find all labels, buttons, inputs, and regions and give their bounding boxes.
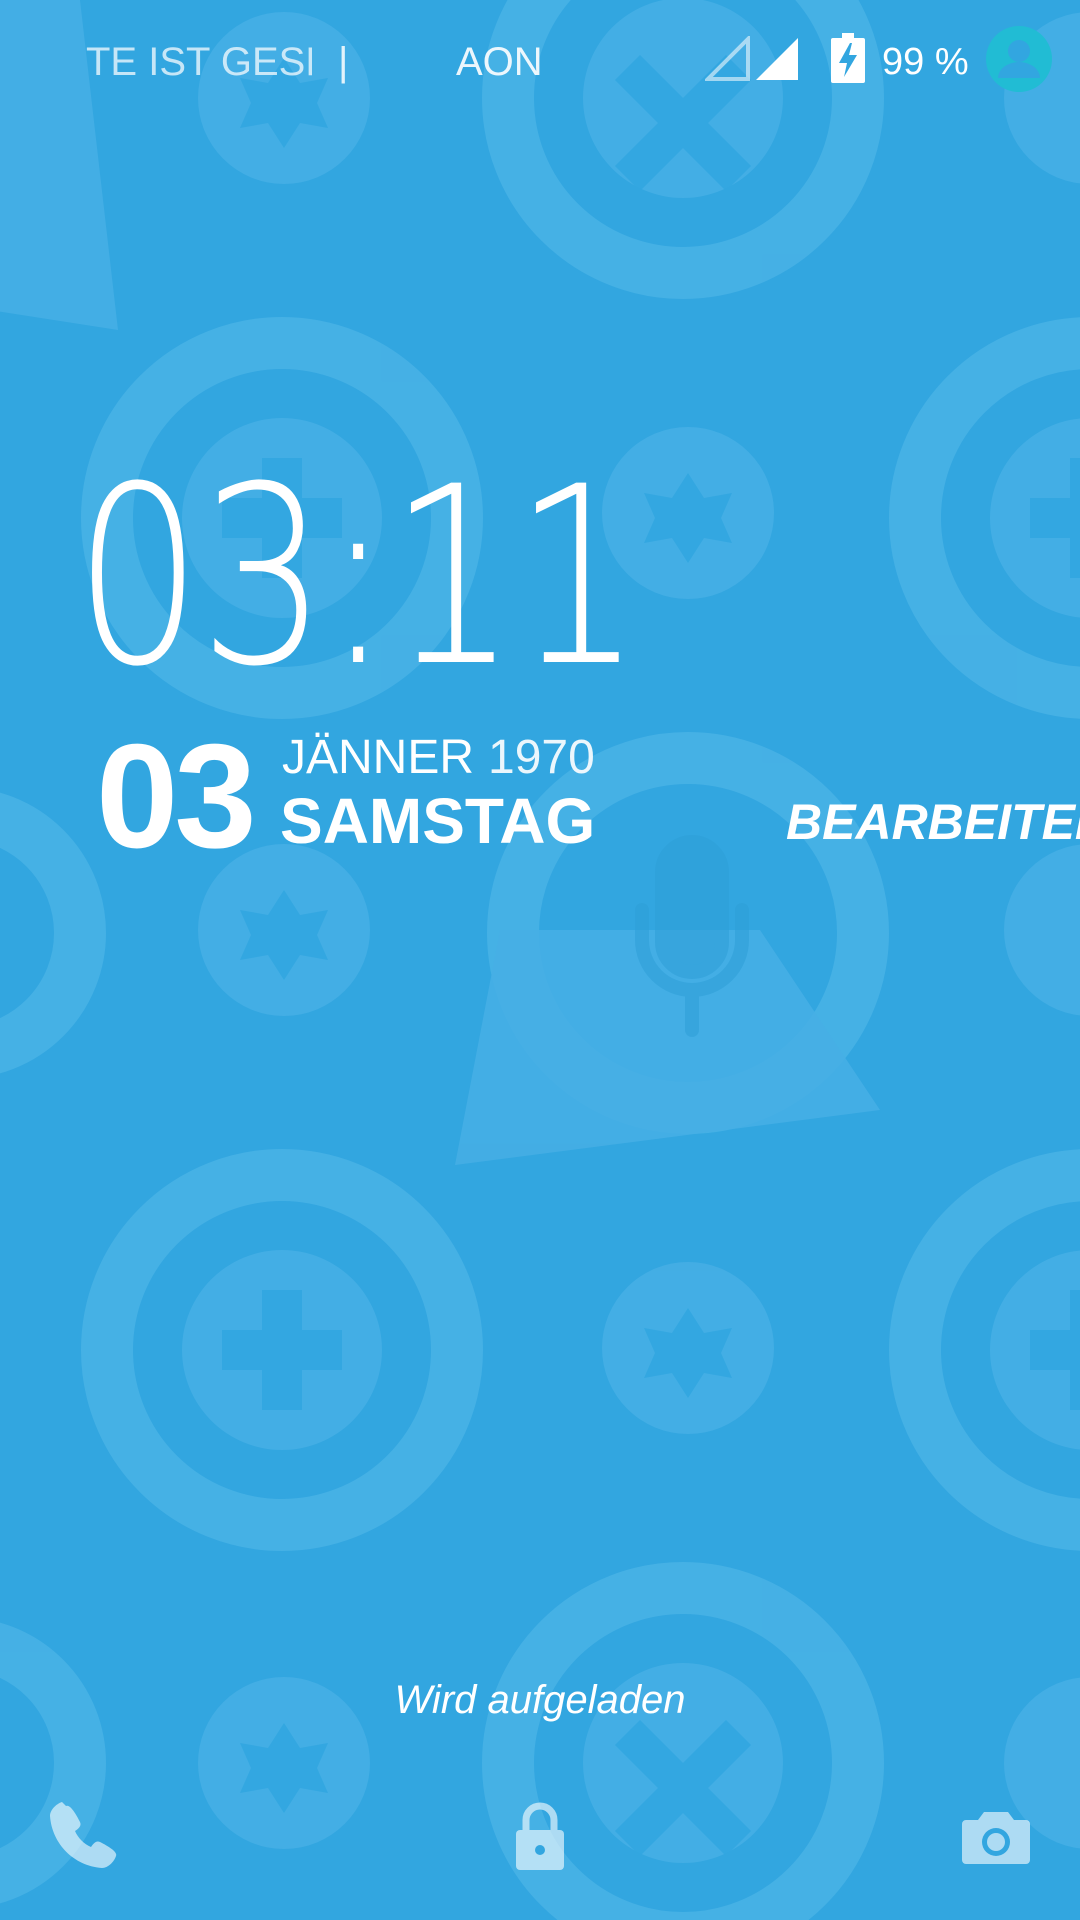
- wallpaper-pattern: [0, 0, 1080, 1920]
- date-day: 03: [96, 714, 257, 879]
- date-year: 1970: [488, 731, 595, 784]
- signal-empty-icon: [705, 36, 750, 81]
- carrier-name: AON: [456, 40, 543, 84]
- lockscreen-clock: 03:11: [74, 435, 642, 721]
- camera-icon[interactable]: [960, 1800, 1032, 1872]
- clock-colon: :: [324, 435, 392, 721]
- user-avatar-icon[interactable]: [986, 26, 1052, 92]
- clock-hour: 03: [74, 435, 327, 721]
- date-weekday: SAMSTAG: [280, 785, 596, 857]
- status-separator: |: [338, 40, 349, 84]
- clock-minute: 11: [388, 435, 642, 721]
- battery-charging-icon: [831, 33, 865, 83]
- date-month: JÄNNER: [282, 731, 475, 784]
- charging-status: Wird aufgeladen: [394, 1678, 686, 1722]
- carrier-ticker-text: TE IST GESP: [86, 40, 312, 84]
- battery-percentage: 99 %: [882, 41, 969, 83]
- edit-widget-button[interactable]: BEARBEITEN: [786, 792, 1080, 852]
- status-bar: TE IST GESP | AON 99 %: [0, 0, 1080, 120]
- signal-full-icon: [756, 38, 798, 80]
- phone-icon[interactable]: [50, 1800, 122, 1872]
- lock-icon[interactable]: [504, 1800, 576, 1872]
